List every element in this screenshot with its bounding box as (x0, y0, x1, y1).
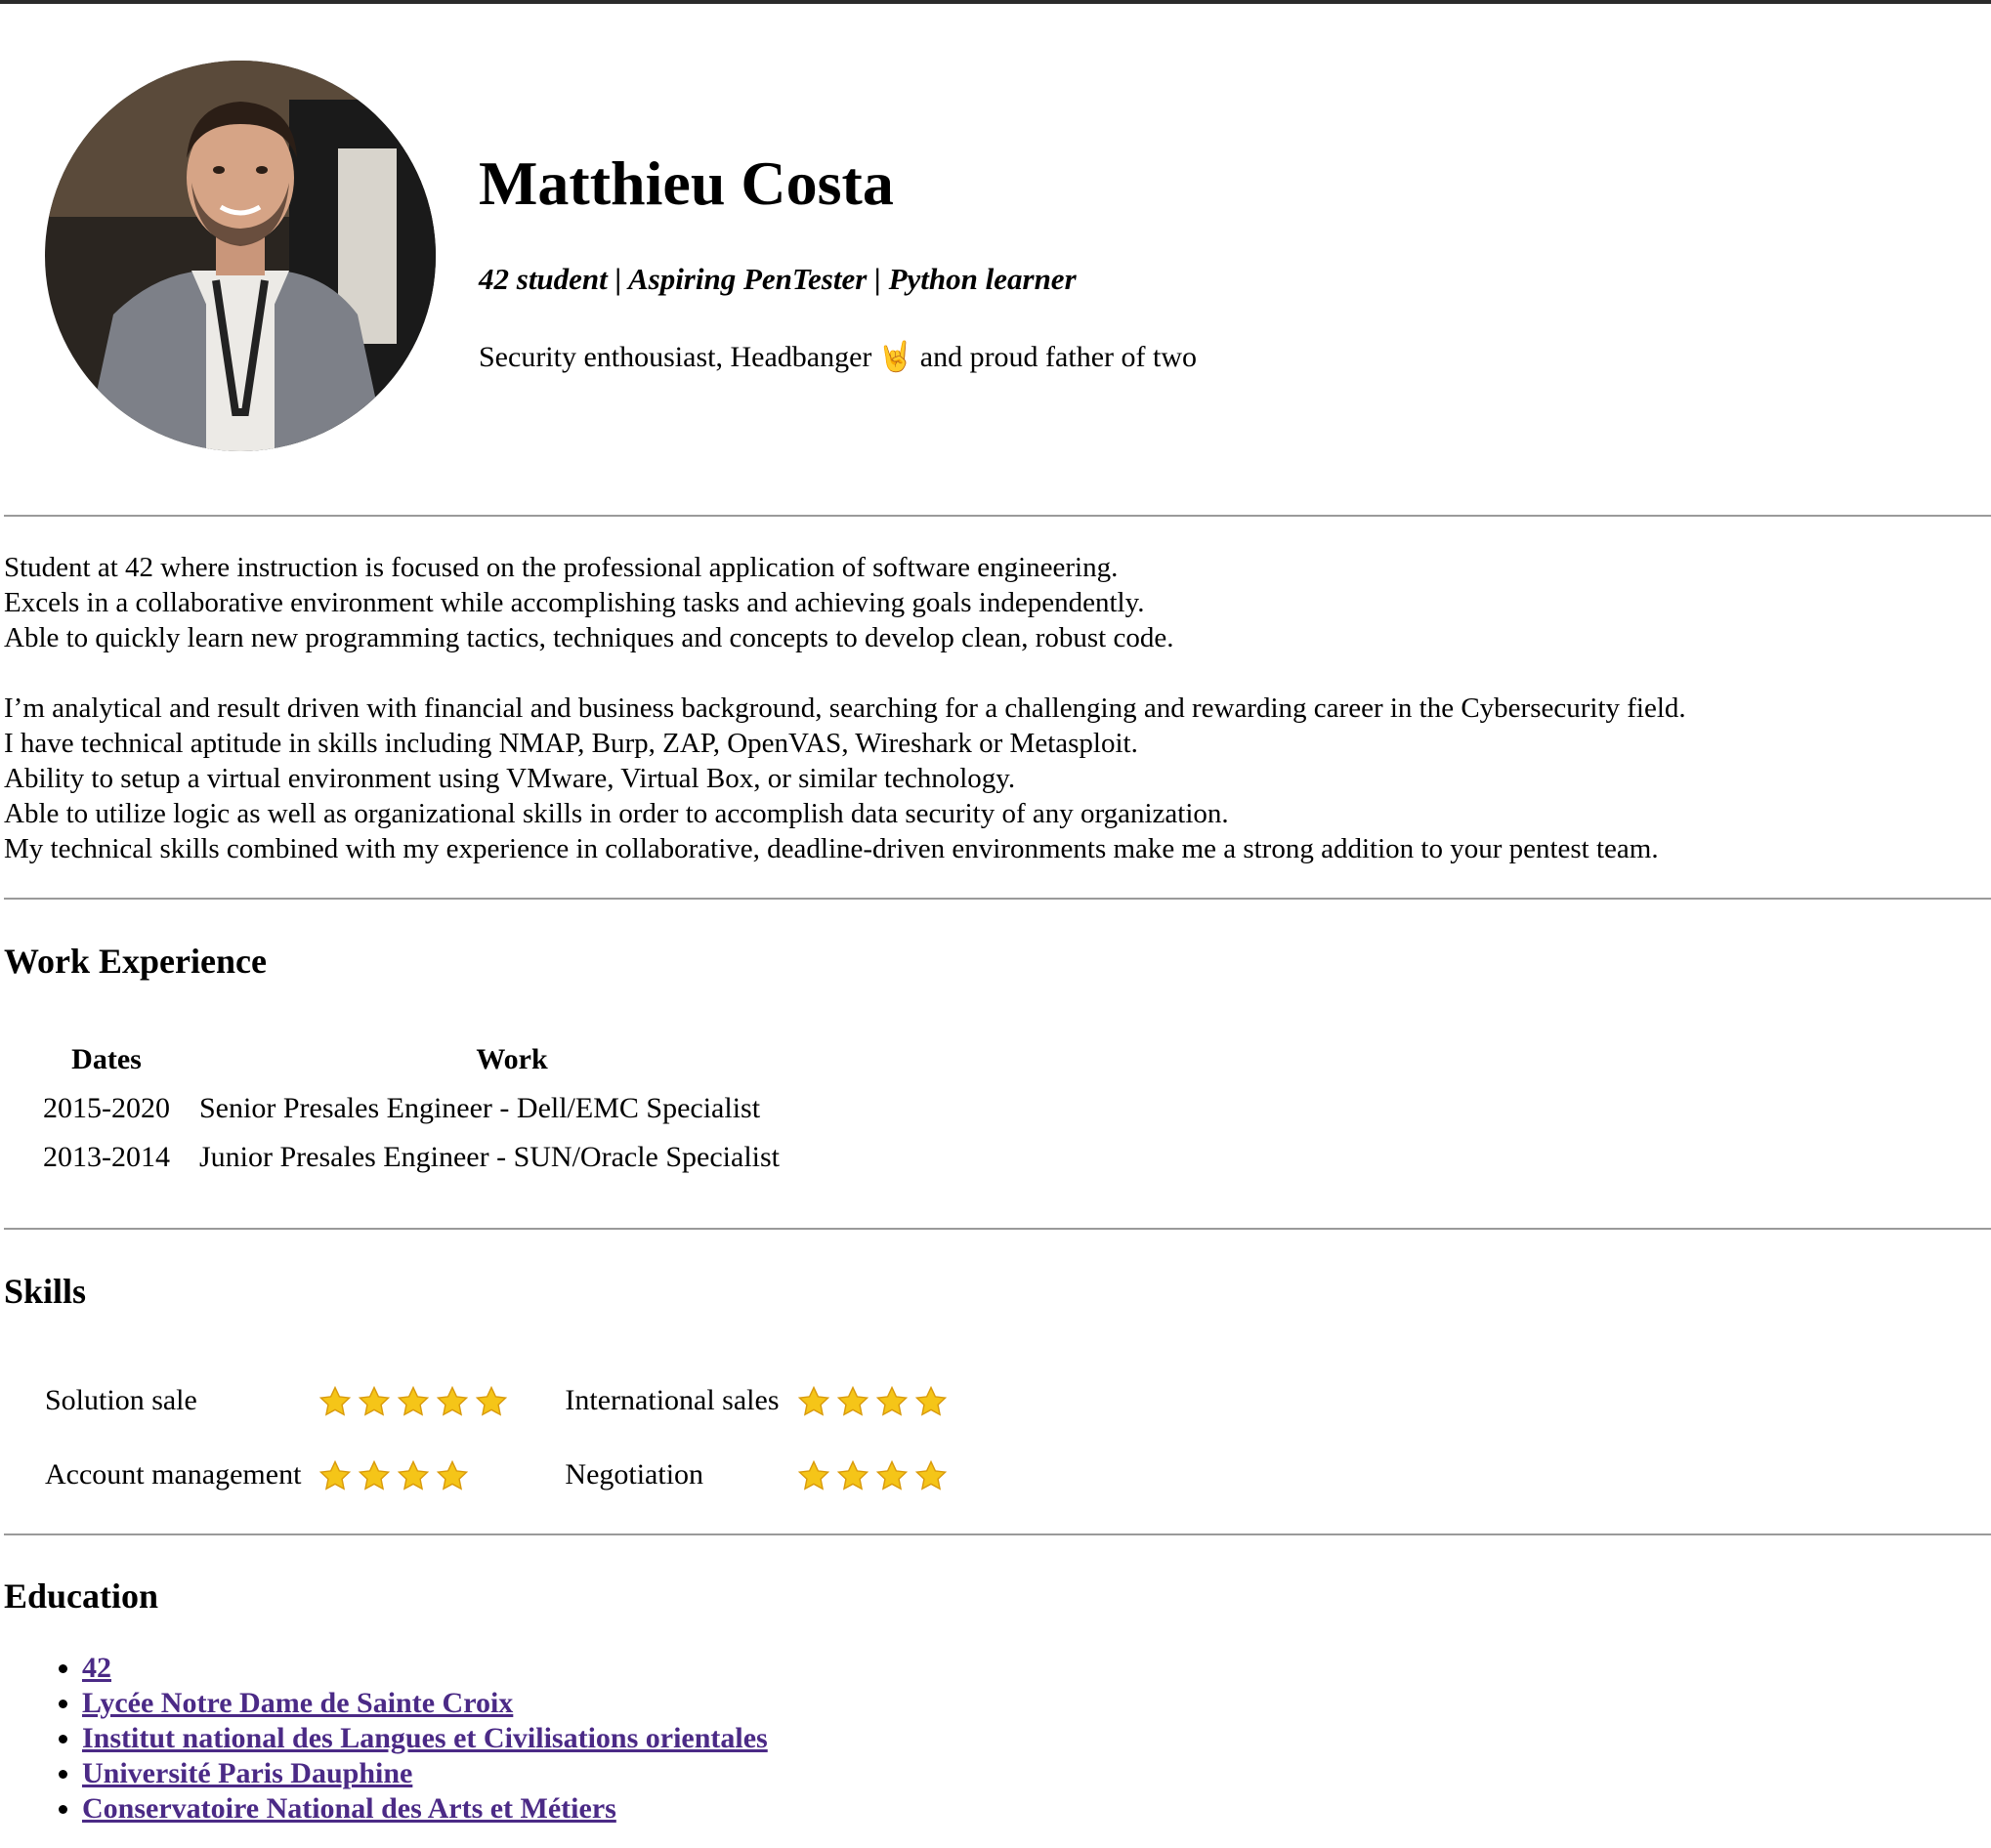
divider (4, 515, 1991, 517)
star-icon (836, 1459, 868, 1491)
star-icon (797, 1459, 829, 1491)
window-top-border (0, 0, 1991, 4)
star-icon (914, 1459, 947, 1491)
work-role: Junior Presales Engineer - SUN/Oracle Sp… (199, 1141, 781, 1173)
list-item: Conservatoire National des Arts et Métie… (82, 1791, 768, 1827)
summary-line: Ability to setup a virtual environment u… (4, 763, 1016, 794)
star-icon (875, 1459, 908, 1491)
skills-row: Account management Negotiation (45, 1438, 1004, 1512)
star-icon (875, 1385, 908, 1416)
education-title: Education (4, 1576, 159, 1616)
motto-text-after: and proud father of two (919, 341, 1197, 373)
star-icon (797, 1385, 829, 1416)
work-experience-table: Dates Work 2015-2020 Senior Presales Eng… (14, 1030, 836, 1187)
divider (4, 1228, 1991, 1230)
divider (4, 898, 1991, 900)
profile-name: Matthieu Costa (479, 148, 894, 218)
skills-table: Solution sale International sales Accoun… (45, 1364, 1004, 1512)
skill-name: Solution sale (45, 1384, 197, 1416)
education-link-lycee[interactable]: Lycée Notre Dame de Sainte Croix (82, 1687, 513, 1719)
divider (4, 1533, 1991, 1535)
table-row: 2015-2020 Senior Presales Engineer - Del… (25, 1089, 825, 1128)
summary-line: I’m analytical and result driven with fi… (4, 693, 1686, 724)
star-icon (437, 1459, 469, 1491)
table-row: 2013-2014 Junior Presales Engineer - SUN… (25, 1138, 825, 1177)
skill-name: Negotiation (565, 1458, 704, 1491)
summary-line: Student at 42 where instruction is focus… (4, 552, 1119, 583)
star-icon (359, 1385, 391, 1416)
summary-line: Excels in a collaborative environment wh… (4, 587, 1145, 618)
skills-row: Solution sale International sales (45, 1364, 1004, 1438)
table-header-row: Dates Work (25, 1040, 825, 1079)
profile-tagline: 42 student | Aspiring PenTester | Python… (479, 262, 1077, 296)
list-item: 42 (82, 1651, 768, 1686)
skill-rating (318, 1438, 565, 1512)
star-icon (359, 1459, 391, 1491)
work-role: Senior Presales Engineer - Dell/EMC Spec… (199, 1092, 761, 1124)
profile-photo (45, 61, 436, 451)
list-item: Institut national des Langues et Civilis… (82, 1721, 768, 1756)
education-link-inalco[interactable]: Institut national des Langues et Civilis… (82, 1722, 768, 1754)
skill-rating (318, 1364, 565, 1438)
summary-spacer (4, 655, 1686, 691)
list-item: Université Paris Dauphine (82, 1756, 768, 1791)
star-icon (437, 1385, 469, 1416)
star-icon (398, 1385, 430, 1416)
skill-rating (797, 1364, 1004, 1438)
column-header-dates: Dates (71, 1043, 142, 1075)
star-icon (398, 1459, 430, 1491)
summary-line: Able to utilize logic as well as organiz… (4, 798, 1229, 829)
summary-line: My technical skills combined with my exp… (4, 833, 1659, 864)
profile-motto: Security enthousiast, Headbanger 🤘 and pro… (479, 338, 1197, 377)
work-experience-title: Work Experience (4, 942, 267, 981)
summary-line: Able to quickly learn new programming ta… (4, 622, 1174, 653)
star-icon (914, 1385, 947, 1416)
education-list: 42 Lycée Notre Dame de Sainte Croix Inst… (4, 1651, 768, 1827)
star-icon (319, 1459, 352, 1491)
list-item: Lycée Notre Dame de Sainte Croix (82, 1686, 768, 1721)
star-icon (476, 1385, 508, 1416)
skill-name: International sales (565, 1384, 780, 1416)
star-icon (319, 1385, 352, 1416)
star-icon (836, 1385, 868, 1416)
work-dates: 2015-2020 (43, 1092, 170, 1124)
education-link-dauphine[interactable]: Université Paris Dauphine (82, 1757, 412, 1789)
skill-name: Account management (45, 1458, 302, 1491)
motto-text-before: Security enthousiast, Headbanger (479, 341, 872, 373)
skills-title: Skills (4, 1272, 87, 1311)
column-header-work: Work (476, 1043, 548, 1075)
education-link-cnam[interactable]: Conservatoire National des Arts et Métie… (82, 1792, 616, 1825)
rock-hand-icon: 🤘 (877, 341, 914, 373)
work-dates: 2013-2014 (43, 1141, 170, 1173)
summary-line: I have technical aptitude in skills incl… (4, 728, 1138, 759)
profile-summary: Student at 42 where instruction is focus… (4, 550, 1686, 866)
education-link-42[interactable]: 42 (82, 1652, 111, 1684)
skill-rating (797, 1438, 1004, 1512)
